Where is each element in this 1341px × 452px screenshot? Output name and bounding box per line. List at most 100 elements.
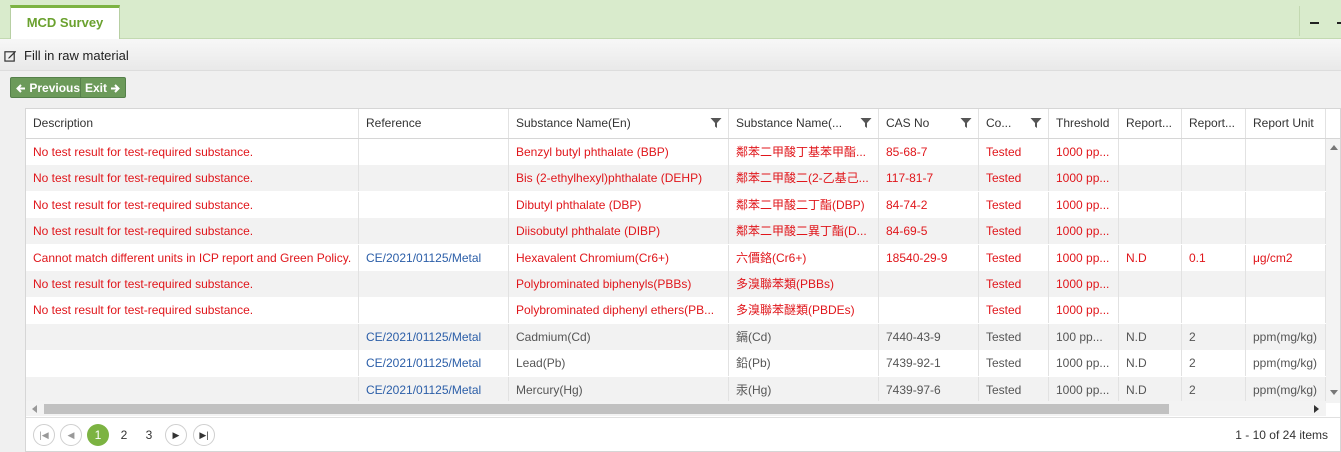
cell-name-en: Bis (2-ethylhexyl)phthalate (DEHP)	[509, 165, 729, 192]
first-page-icon: |◀	[39, 430, 49, 440]
substance-grid: Description Reference Substance Name(En)…	[25, 108, 1341, 452]
cell-unit	[1246, 165, 1326, 192]
cell-reference[interactable]: CE/2021/01125/Metal	[359, 323, 509, 350]
cell-cas: 84-69-5	[879, 218, 979, 245]
cell-threshold: 1000 pp...	[1049, 376, 1119, 403]
page-1[interactable]: 1	[87, 424, 109, 446]
filter-icon[interactable]	[860, 117, 872, 129]
column-header-report-limit[interactable]: Report...	[1182, 109, 1246, 138]
cell-report1	[1119, 139, 1182, 165]
column-header-substance-name-en[interactable]: Substance Name(En)	[509, 109, 729, 138]
tab-mcd-survey[interactable]: MCD Survey	[10, 5, 120, 40]
cell-report1	[1119, 218, 1182, 245]
cell-reference[interactable]: CE/2021/01125/Metal	[359, 376, 509, 403]
exit-label: Exit	[85, 81, 108, 95]
cell-name-zh: 汞(Hg)	[729, 376, 879, 403]
minimize-icon	[1310, 22, 1319, 24]
table-row[interactable]: Cannot match different units in ICP repo…	[26, 244, 1326, 271]
cell-status: Tested	[979, 191, 1049, 218]
cell-report2: 0.1	[1182, 244, 1246, 271]
cell-cas: 7439-92-1	[879, 350, 979, 377]
cell-report2: 2	[1182, 323, 1246, 350]
cell-unit	[1246, 218, 1326, 245]
cell-reference	[359, 218, 509, 245]
table-row[interactable]: No test result for test-required substan…	[26, 191, 1326, 218]
cell-reference	[359, 271, 509, 297]
pager-info: 1 - 10 of 24 items	[1235, 428, 1328, 442]
table-row[interactable]: No test result for test-required substan…	[26, 297, 1326, 324]
table-row[interactable]: No test result for test-required substan…	[26, 218, 1326, 245]
last-page-button[interactable]: ▶|	[193, 424, 215, 446]
column-header-substance-name-local[interactable]: Substance Name(...	[729, 109, 879, 138]
table-row[interactable]: No test result for test-required substan…	[26, 139, 1326, 165]
table-row[interactable]: No test result for test-required substan…	[26, 165, 1326, 192]
page-2[interactable]: 2	[113, 424, 135, 446]
cell-report1	[1119, 297, 1182, 324]
cell-report1: N.D	[1119, 376, 1182, 403]
column-header-cas-no[interactable]: CAS No	[879, 109, 979, 138]
table-row[interactable]: CE/2021/01125/Metal Cadmium(Cd) 鎘(Cd) 7440-…	[26, 323, 1326, 350]
horizontal-scroll-thumb[interactable]	[44, 404, 1169, 414]
scroll-left-icon[interactable]	[32, 405, 37, 413]
cell-reference[interactable]: CE/2021/01125/Metal	[359, 350, 509, 377]
grid-header: Description Reference Substance Name(En)…	[26, 109, 1340, 139]
cell-report1: N.D	[1119, 323, 1182, 350]
cell-name-en: Polybrominated diphenyl ethers(PB...	[509, 297, 729, 324]
cell-unit	[1246, 271, 1326, 297]
cell-name-zh: 鄰苯二甲酸丁基苯甲酯...	[729, 139, 879, 165]
filter-icon[interactable]	[960, 117, 972, 129]
cell-report2	[1182, 218, 1246, 245]
pager: |◀ ◀ 1 2 3 ▶ ▶| 1 - 10 of 24 items	[26, 417, 1340, 451]
cell-cas: 85-68-7	[879, 139, 979, 165]
page-3[interactable]: 3	[138, 424, 160, 446]
previous-button[interactable]: Previous	[10, 77, 86, 98]
cell-reference[interactable]: CE/2021/01125/Metal	[359, 244, 509, 271]
cell-threshold: 1000 pp...	[1049, 139, 1119, 165]
window-button[interactable]	[1330, 6, 1341, 36]
cell-reference	[359, 191, 509, 218]
column-header-reference[interactable]: Reference	[359, 109, 509, 138]
cell-report1: N.D	[1119, 350, 1182, 377]
cell-unit: ppm(mg/kg)	[1246, 323, 1326, 350]
cell-name-en: Dibutyl phthalate (DBP)	[509, 191, 729, 218]
cell-name-zh: 鄰苯二甲酸二異丁酯(D...	[729, 218, 879, 245]
cell-cas: 117-81-7	[879, 165, 979, 192]
last-page-icon: ▶|	[199, 430, 209, 440]
cell-description: No test result for test-required substan…	[26, 297, 359, 324]
cell-name-zh: 鎘(Cd)	[729, 323, 879, 350]
cell-name-zh: 六價鉻(Cr6+)	[729, 244, 879, 271]
table-row[interactable]: CE/2021/01125/Metal Mercury(Hg) 汞(Hg) 7439-…	[26, 376, 1326, 403]
next-page-button[interactable]: ▶	[165, 424, 187, 446]
exit-button[interactable]: Exit	[80, 77, 127, 98]
cell-status: Tested	[979, 271, 1049, 297]
cell-threshold: 1000 pp...	[1049, 297, 1119, 324]
column-header-report-unit[interactable]: Report Unit	[1246, 109, 1326, 138]
table-row[interactable]: CE/2021/01125/Metal Lead(Pb) 鉛(Pb) 7439-92-…	[26, 350, 1326, 377]
cell-status: Tested	[979, 165, 1049, 192]
cell-status: Tested	[979, 297, 1049, 324]
previous-page-button[interactable]: ◀	[60, 424, 82, 446]
arrow-left-icon	[16, 84, 25, 93]
column-header-report-result[interactable]: Report...	[1119, 109, 1182, 138]
table-row[interactable]: No test result for test-required substan…	[26, 271, 1326, 297]
horizontal-scrollbar[interactable]	[26, 401, 1326, 416]
scroll-right-icon[interactable]	[1314, 405, 1319, 413]
column-header-description[interactable]: Description	[26, 109, 359, 138]
column-header-threshold[interactable]: Threshold	[1049, 109, 1119, 138]
vertical-scrollbar[interactable]	[1326, 139, 1340, 403]
cell-description	[26, 376, 359, 403]
window-icon	[1337, 22, 1341, 24]
cell-description	[26, 350, 359, 377]
cell-description: No test result for test-required substan…	[26, 165, 359, 192]
cell-cas: 18540-29-9	[879, 244, 979, 271]
scroll-down-icon[interactable]	[1330, 390, 1338, 395]
cell-status: Tested	[979, 218, 1049, 245]
minimize-button[interactable]	[1299, 6, 1330, 36]
cell-unit	[1246, 139, 1326, 165]
column-header-condition[interactable]: Co...	[979, 109, 1049, 138]
filter-icon[interactable]	[710, 117, 722, 129]
first-page-button[interactable]: |◀	[33, 424, 55, 446]
scroll-up-icon[interactable]	[1330, 145, 1338, 150]
filter-icon[interactable]	[1030, 117, 1042, 129]
cell-status: Tested	[979, 244, 1049, 271]
